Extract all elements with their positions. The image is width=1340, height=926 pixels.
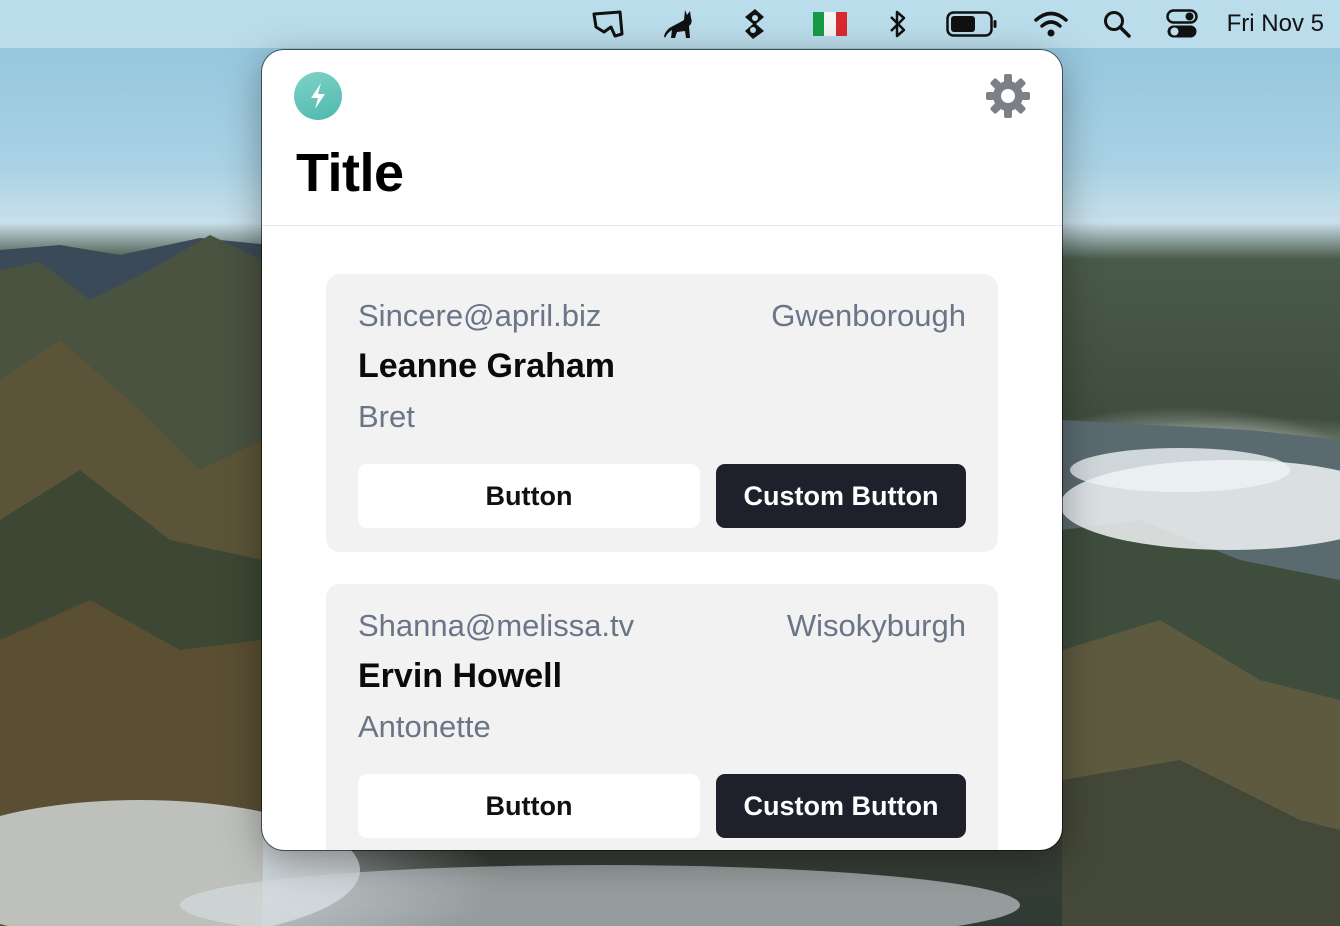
custom-button[interactable]: Custom Button [716,774,966,838]
user-username: Bret [358,399,415,434]
menubar-popover: Title Sincere@april.biz Gwenborough Lean… [262,50,1062,850]
custom-button[interactable]: Custom Button [716,464,966,528]
user-username: Antonette [358,709,491,744]
bluetooth-icon[interactable] [869,0,927,48]
italy-flag-icon[interactable] [791,0,869,48]
control-center-icon[interactable] [1149,0,1215,48]
battery-icon[interactable] [927,0,1017,48]
button[interactable]: Button [358,774,700,838]
user-card: Shanna@melissa.tv Wisokyburgh Ervin Howe… [326,584,998,850]
user-email: Sincere@april.biz [358,298,602,333]
user-name: Leanne Graham [358,347,615,385]
cat-icon[interactable] [643,0,717,48]
wifi-icon[interactable] [1017,0,1085,48]
gear-icon[interactable] [984,72,1032,120]
search-icon[interactable] [1085,0,1149,48]
user-city: Gwenborough [771,298,966,333]
button[interactable]: Button [358,464,700,528]
menubar-clock[interactable]: Fri Nov 5 [1215,0,1340,48]
lasso-app-icon[interactable] [573,0,643,48]
user-card: Sincere@april.biz Gwenborough Leanne Gra… [326,274,998,552]
puzzle-leaf-icon[interactable] [717,0,791,48]
popover-header: Title [262,50,1062,226]
user-email: Shanna@melissa.tv [358,608,635,643]
page-title: Title [296,143,404,203]
user-city: Wisokyburgh [786,608,966,643]
bolt-icon [294,72,342,120]
user-name: Ervin Howell [358,657,563,695]
menu-bar: Fri Nov 5 [0,0,1340,48]
